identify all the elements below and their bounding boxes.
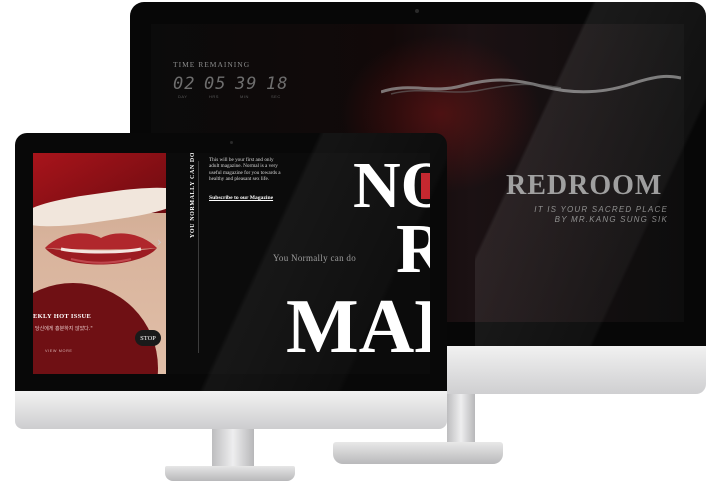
hot-issue-title: EKLY HOT ISSUE	[33, 313, 92, 320]
intro-paragraph: This will be your first and only adult m…	[209, 157, 281, 183]
normally-caption: You Normally can do	[273, 253, 357, 263]
subscribe-link[interactable]: Subscribe to our Magazine	[209, 195, 273, 201]
headline-line-3: MAL	[286, 283, 430, 369]
front-monitor-chin	[15, 391, 447, 429]
timer-minutes-value: 39	[235, 74, 258, 94]
stop-button[interactable]: STOP	[135, 330, 161, 346]
timer-days-value: 02	[173, 74, 196, 94]
slider-next-arrow-icon[interactable]: ›	[157, 235, 162, 249]
timer-seconds-value: 18	[266, 74, 289, 94]
back-monitor-base	[333, 442, 503, 464]
timer-minutes: 39 MIN	[235, 74, 257, 99]
timer-minutes-unit: MIN	[240, 94, 249, 99]
timer-seconds: 18 SEC	[266, 74, 288, 99]
tagline-line-1: IT IS YOUR SACRED PLACE	[534, 205, 668, 214]
timer-hours: 05 HRS	[204, 74, 226, 99]
headline-line-2: R	[396, 211, 430, 288]
back-monitor-stand	[447, 394, 475, 446]
tagline-line-2: BY MR.KANG SUNG SIK	[554, 215, 668, 224]
accent-red-bar	[421, 173, 430, 199]
front-camera-icon	[230, 141, 233, 144]
vertical-tagline: YOU NORMALLY CAN DO	[190, 153, 196, 238]
timer-hours-value: 05	[204, 74, 227, 94]
vertical-divider	[198, 161, 199, 353]
front-monitor-stand	[212, 429, 254, 471]
timer-label: TIME REMAINING	[173, 60, 251, 69]
timer-hours-unit: HRS	[209, 94, 219, 99]
headline-line-1: NO	[353, 153, 430, 222]
hot-issue-subtitle: 당신에게 흥분하지 않았다."	[35, 326, 93, 332]
lips-photo	[45, 233, 157, 265]
front-monitor-screen: EKLY HOT ISSUE 당신에게 흥분하지 않았다." VIEW MORE…	[33, 153, 430, 374]
back-camera-icon	[415, 9, 419, 13]
timer-seconds-unit: SEC	[271, 94, 281, 99]
timer-days-unit: DAY	[178, 94, 188, 99]
timer-days: 02 DAY	[173, 74, 195, 99]
smoke-line-graphic	[381, 74, 681, 95]
view-more-link[interactable]: VIEW MORE	[45, 349, 73, 353]
front-monitor-base	[165, 466, 295, 481]
brand-title: REDROOM	[506, 170, 663, 201]
